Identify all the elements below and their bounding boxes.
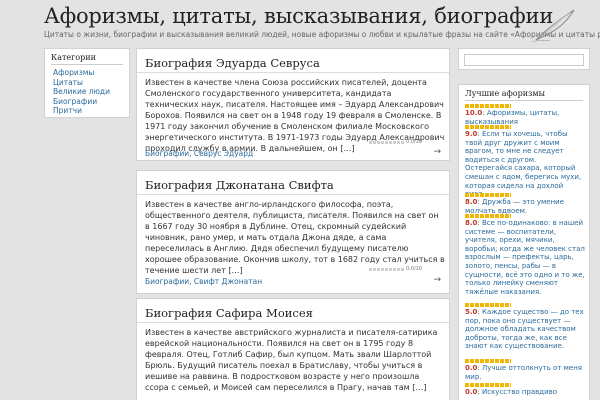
divider	[465, 100, 583, 101]
post-title-link[interactable]: Биография Сафира Моисея	[145, 306, 313, 320]
post-excerpt: Известен в качестве англо-ирландского фи…	[145, 200, 445, 275]
aphorism-item[interactable]: 0.0: Искусство правдиво	[465, 383, 585, 397]
aphorism-item[interactable]: 9.0: Если ты хочешь, чтобы твой друг дру…	[465, 125, 585, 199]
rating-stars	[465, 104, 511, 108]
post-rating: 0.0/10	[369, 266, 422, 274]
read-more-arrow-icon[interactable]: →	[433, 275, 441, 285]
rating-stars	[465, 214, 511, 218]
post-title-link[interactable]: Биография Эдуарда Севруса	[145, 56, 320, 70]
rating-stars	[369, 141, 405, 144]
post-card: Биография Джонатана Свифта Известен в ка…	[136, 170, 450, 294]
post-rating: 0.0/10	[369, 139, 422, 147]
categories-title: Категории	[51, 53, 96, 62]
category-link-great-people[interactable]: Великие люди	[53, 87, 110, 97]
best-aphorisms-widget: Лучшие афоризмы 10.0: Афоризмы, цитаты, …	[458, 84, 590, 400]
rating-stars	[465, 383, 511, 387]
site-description: Цитаты о жизни, биографии и высказывания…	[44, 30, 600, 39]
category-link-aphorisms[interactable]: Афоризмы	[53, 68, 110, 78]
category-link-parables[interactable]: Притчи	[53, 106, 110, 116]
aphorism-item[interactable]: 8.0: Дружба — это умение молчать вдвоем.	[465, 193, 585, 215]
category-link-quotes[interactable]: Цитаты	[53, 78, 110, 88]
post-title-link[interactable]: Биография Джонатана Свифта	[145, 178, 334, 192]
rating-stars	[465, 359, 511, 363]
aphorism-score: 0.0	[465, 388, 478, 396]
divider	[51, 64, 123, 65]
aphorism-item[interactable]: 0.0: Лучше оттолкнуть от меня мир.	[465, 359, 585, 381]
rating-stars	[465, 125, 511, 129]
best-aphorisms-title: Лучшие афоризмы	[465, 89, 545, 98]
rating-stars	[465, 303, 511, 307]
aphorism-text[interactable]: : Лучше оттолкнуть от меня мир.	[465, 364, 582, 381]
aphorism-text[interactable]: : Если ты хочешь, чтобы твой друг дружит…	[465, 130, 581, 198]
search-input[interactable]	[464, 54, 584, 66]
aphorism-score: 0.0	[465, 364, 478, 372]
post-card: Биография Эдуарда Севруса Известен в кач…	[136, 48, 450, 161]
rating-value: 0.0/10	[406, 139, 422, 145]
aphorism-score: 8.0	[465, 198, 478, 206]
post-excerpt: Известен в качестве австрийского журнали…	[145, 328, 438, 392]
rating-value: 0.0/10	[406, 266, 422, 272]
aphorism-score: 9.0	[465, 130, 478, 138]
quill-pen-icon	[531, 9, 575, 43]
post-tags[interactable]: Биографии, Севрус Эдуард	[145, 149, 253, 158]
aphorism-score: 10.0	[465, 109, 483, 117]
aphorism-item[interactable]: 10.0: Афоризмы, цитаты, высказывания	[465, 104, 585, 126]
post-card: Биография Сафира Моисея Известен в качес…	[136, 298, 450, 400]
search-widget	[458, 48, 590, 70]
aphorism-item[interactable]: 5.0: Каждое существо — до тех пор, пока …	[465, 303, 585, 351]
categories-widget: Категории Афоризмы Цитаты Великие люди Б…	[44, 48, 130, 118]
read-more-arrow-icon[interactable]: →	[433, 147, 441, 157]
aphorism-text[interactable]: : Каждое существо — до тех пор, пока оно…	[465, 308, 584, 350]
aphorism-score: 5.0	[465, 308, 478, 316]
rating-stars	[369, 268, 405, 271]
post-tags[interactable]: Биографии, Свифт Джонатан	[145, 277, 262, 286]
site-header: Афоризмы, цитаты, высказывания, биографи…	[0, 0, 600, 50]
aphorism-text[interactable]: : Искусство правдиво	[477, 388, 557, 396]
categories-list: Афоризмы Цитаты Великие люди Биографии П…	[53, 68, 110, 116]
divider	[137, 194, 449, 195]
rating-stars	[465, 193, 511, 197]
aphorism-item[interactable]: 8.0: Все по-одинаково: в нашей системе —…	[465, 214, 585, 296]
aphorism-score: 8.0	[465, 219, 478, 227]
divider	[137, 322, 449, 323]
aphorism-text[interactable]: : Дружба — это умение молчать вдвоем.	[465, 198, 564, 215]
category-link-biographies[interactable]: Биографии	[53, 97, 110, 107]
aphorism-text[interactable]: : Все по-одинаково: в нашей системе — во…	[465, 219, 585, 296]
divider	[137, 72, 449, 73]
site-title[interactable]: Афоризмы, цитаты, высказывания, биографи…	[44, 4, 553, 28]
